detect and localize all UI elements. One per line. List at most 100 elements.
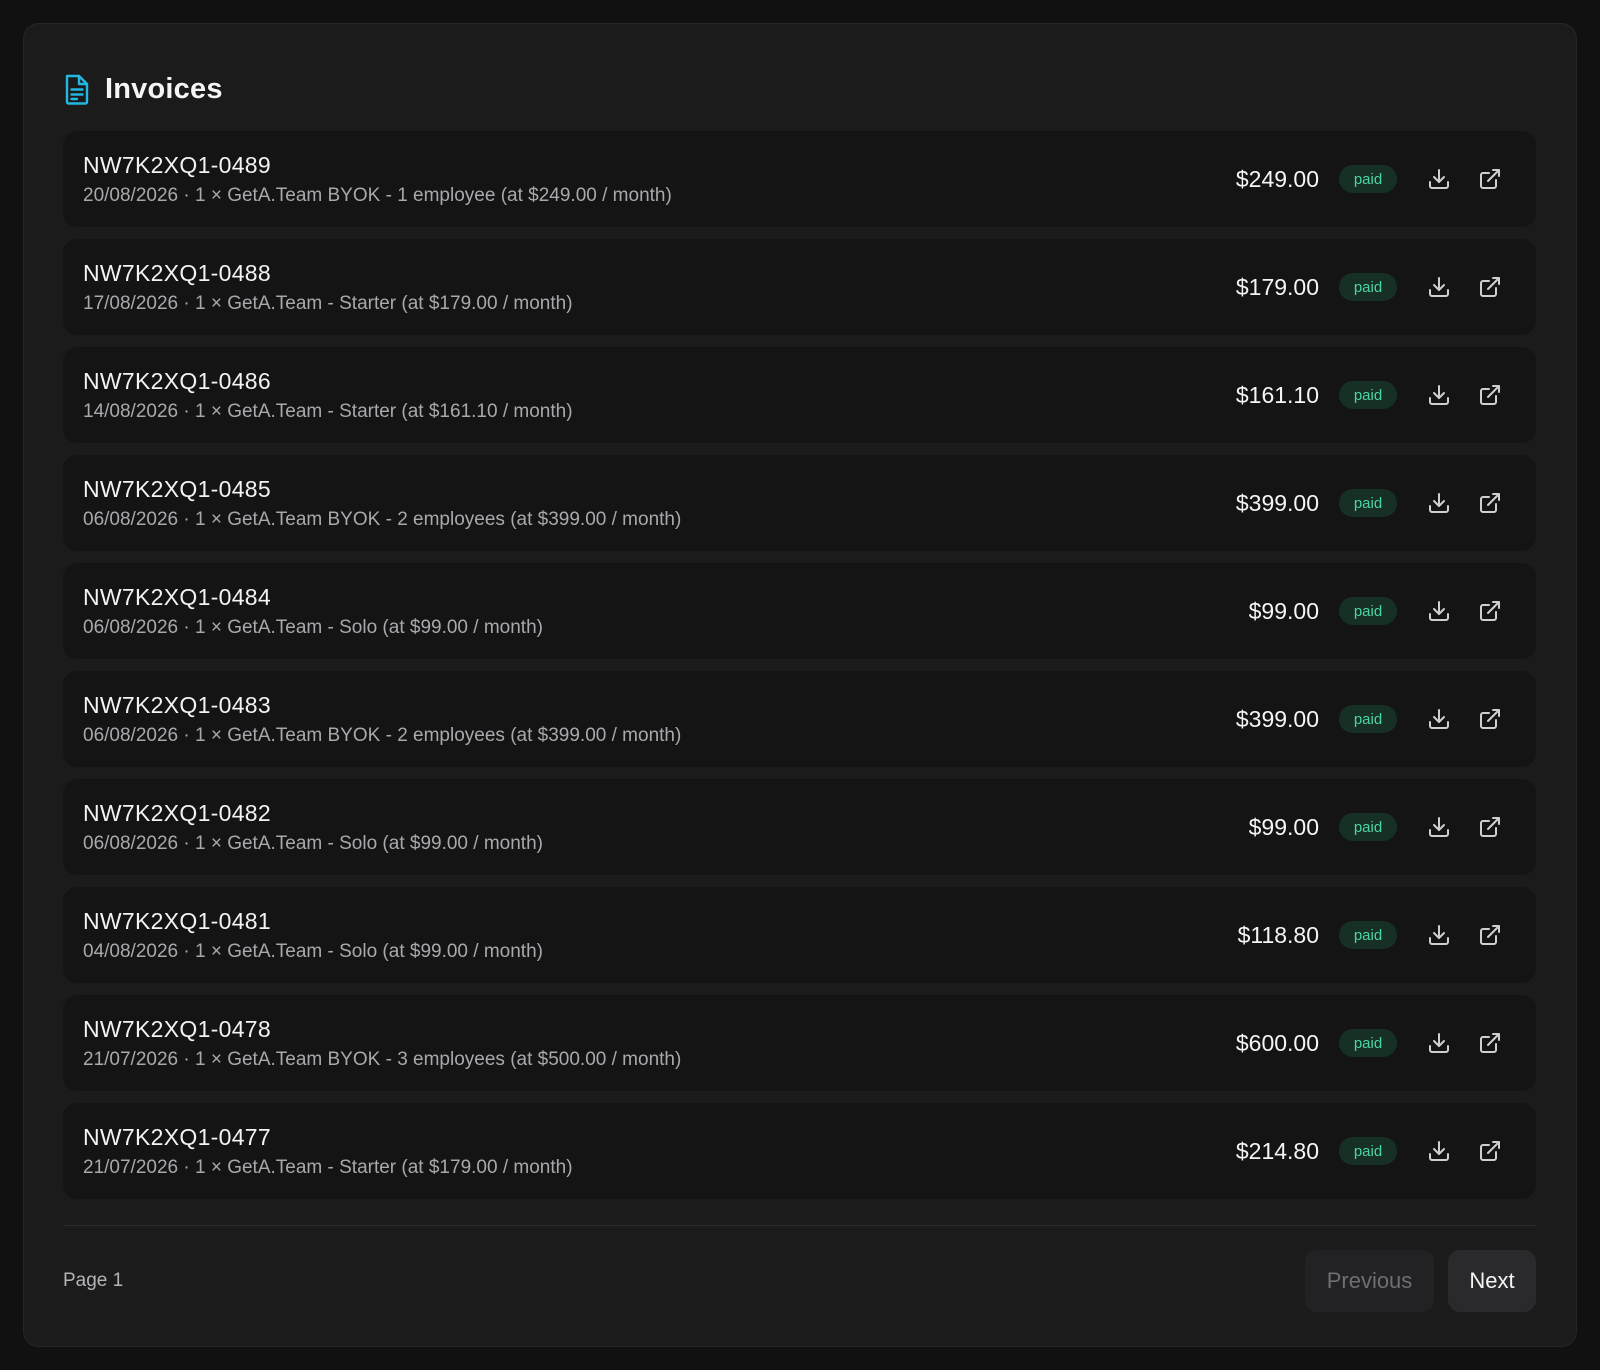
invoice-actions: $399.00 paid bbox=[1179, 487, 1506, 519]
invoice-description: 17/08/2026 · 1 × GetA.Team - Starter (at… bbox=[83, 292, 573, 314]
pagination-bar: Page 1 Previous Next bbox=[63, 1225, 1536, 1345]
invoice-actions: $99.00 paid bbox=[1179, 811, 1506, 843]
invoice-row[interactable]: NW7K2XQ1-0486 14/08/2026 · 1 × GetA.Team… bbox=[63, 347, 1536, 443]
invoice-actions: $118.80 paid bbox=[1179, 919, 1506, 951]
invoice-amount: $179.00 bbox=[1235, 273, 1319, 300]
invoice-actions: $161.10 paid bbox=[1179, 379, 1506, 411]
download-icon[interactable] bbox=[1423, 811, 1455, 843]
invoice-description: 06/08/2026 · 1 × GetA.Team - Solo (at $9… bbox=[83, 616, 543, 638]
invoice-row[interactable]: NW7K2XQ1-0478 21/07/2026 · 1 × GetA.Team… bbox=[63, 995, 1536, 1091]
download-icon[interactable] bbox=[1423, 703, 1455, 735]
invoices-card: Invoices NW7K2XQ1-0489 20/08/2026 · 1 × … bbox=[23, 23, 1577, 1347]
invoice-info: NW7K2XQ1-0481 04/08/2026 · 1 × GetA.Team… bbox=[83, 908, 543, 963]
invoice-description: 21/07/2026 · 1 × GetA.Team - Starter (at… bbox=[83, 1156, 573, 1178]
status-badge: paid bbox=[1339, 597, 1397, 625]
invoice-info: NW7K2XQ1-0489 20/08/2026 · 1 × GetA.Team… bbox=[83, 152, 672, 207]
invoice-amount: $399.00 bbox=[1235, 705, 1319, 732]
next-button[interactable]: Next bbox=[1448, 1249, 1536, 1312]
external-link-icon[interactable] bbox=[1474, 703, 1506, 735]
invoice-row[interactable]: NW7K2XQ1-0481 04/08/2026 · 1 × GetA.Team… bbox=[63, 887, 1536, 983]
status-badge: paid bbox=[1339, 1137, 1397, 1165]
invoice-number: NW7K2XQ1-0485 bbox=[83, 475, 271, 502]
invoice-actions: $600.00 paid bbox=[1179, 1027, 1506, 1059]
status-badge: paid bbox=[1339, 273, 1397, 301]
invoice-number: NW7K2XQ1-0484 bbox=[83, 583, 271, 610]
page-indicator: Page 1 bbox=[63, 1269, 124, 1291]
invoices-header: Invoices bbox=[63, 70, 1536, 108]
invoice-amount: $99.00 bbox=[1248, 597, 1319, 624]
invoice-row[interactable]: NW7K2XQ1-0483 06/08/2026 · 1 × GetA.Team… bbox=[63, 671, 1536, 767]
invoice-description: 06/08/2026 · 1 × GetA.Team BYOK - 2 empl… bbox=[83, 508, 682, 530]
invoice-row[interactable]: NW7K2XQ1-0482 06/08/2026 · 1 × GetA.Team… bbox=[63, 779, 1536, 875]
invoice-amount: $214.80 bbox=[1235, 1137, 1319, 1164]
invoice-amount: $161.10 bbox=[1235, 381, 1319, 408]
invoice-description: 14/08/2026 · 1 × GetA.Team - Starter (at… bbox=[83, 400, 573, 422]
download-icon[interactable] bbox=[1423, 1027, 1455, 1059]
invoice-info: NW7K2XQ1-0478 21/07/2026 · 1 × GetA.Team… bbox=[83, 1016, 681, 1071]
invoice-info: NW7K2XQ1-0485 06/08/2026 · 1 × GetA.Team… bbox=[83, 476, 681, 531]
invoice-row[interactable]: NW7K2XQ1-0488 17/08/2026 · 1 × GetA.Team… bbox=[63, 239, 1536, 335]
external-link-icon[interactable] bbox=[1474, 595, 1506, 627]
invoice-row[interactable]: NW7K2XQ1-0489 20/08/2026 · 1 × GetA.Team… bbox=[63, 131, 1536, 227]
invoice-description: 04/08/2026 · 1 × GetA.Team - Solo (at $9… bbox=[83, 940, 543, 962]
external-link-icon[interactable] bbox=[1474, 811, 1506, 843]
invoice-amount: $600.00 bbox=[1235, 1029, 1319, 1056]
invoice-number: NW7K2XQ1-0489 bbox=[83, 151, 271, 178]
invoice-number: NW7K2XQ1-0477 bbox=[83, 1123, 271, 1150]
invoice-actions: $399.00 paid bbox=[1179, 703, 1506, 735]
status-badge: paid bbox=[1339, 705, 1397, 733]
invoice-info: NW7K2XQ1-0486 14/08/2026 · 1 × GetA.Team… bbox=[83, 368, 573, 423]
invoice-info: NW7K2XQ1-0483 06/08/2026 · 1 × GetA.Team… bbox=[83, 692, 681, 747]
status-badge: paid bbox=[1339, 489, 1397, 517]
download-icon[interactable] bbox=[1423, 919, 1455, 951]
invoice-list: NW7K2XQ1-0489 20/08/2026 · 1 × GetA.Team… bbox=[63, 131, 1536, 1199]
download-icon[interactable] bbox=[1423, 1135, 1455, 1167]
external-link-icon[interactable] bbox=[1474, 919, 1506, 951]
external-link-icon[interactable] bbox=[1474, 379, 1506, 411]
status-badge: paid bbox=[1339, 1029, 1397, 1057]
external-link-icon[interactable] bbox=[1474, 1027, 1506, 1059]
download-icon[interactable] bbox=[1423, 487, 1455, 519]
invoice-number: NW7K2XQ1-0481 bbox=[83, 907, 271, 934]
invoice-info: NW7K2XQ1-0488 17/08/2026 · 1 × GetA.Team… bbox=[83, 260, 573, 315]
invoice-info: NW7K2XQ1-0484 06/08/2026 · 1 × GetA.Team… bbox=[83, 584, 543, 639]
invoice-number: NW7K2XQ1-0483 bbox=[83, 691, 271, 718]
status-badge: paid bbox=[1339, 381, 1397, 409]
invoice-number: NW7K2XQ1-0486 bbox=[83, 367, 271, 394]
invoice-actions: $99.00 paid bbox=[1179, 595, 1506, 627]
invoice-amount: $99.00 bbox=[1248, 813, 1319, 840]
invoice-actions: $214.80 paid bbox=[1179, 1135, 1506, 1167]
invoice-description: 20/08/2026 · 1 × GetA.Team BYOK - 1 empl… bbox=[83, 184, 672, 206]
invoice-number: NW7K2XQ1-0482 bbox=[83, 799, 271, 826]
invoice-description: 06/08/2026 · 1 × GetA.Team BYOK - 2 empl… bbox=[83, 724, 682, 746]
status-badge: paid bbox=[1339, 921, 1397, 949]
invoice-number: NW7K2XQ1-0488 bbox=[83, 259, 271, 286]
invoice-row[interactable]: NW7K2XQ1-0485 06/08/2026 · 1 × GetA.Team… bbox=[63, 455, 1536, 551]
external-link-icon[interactable] bbox=[1474, 163, 1506, 195]
invoice-actions: $179.00 paid bbox=[1179, 271, 1506, 303]
external-link-icon[interactable] bbox=[1474, 1135, 1506, 1167]
invoice-row[interactable]: NW7K2XQ1-0484 06/08/2026 · 1 × GetA.Team… bbox=[63, 563, 1536, 659]
document-icon bbox=[63, 73, 91, 105]
invoice-info: NW7K2XQ1-0482 06/08/2026 · 1 × GetA.Team… bbox=[83, 800, 543, 855]
download-icon[interactable] bbox=[1423, 271, 1455, 303]
previous-button[interactable]: Previous bbox=[1305, 1249, 1434, 1312]
pager-buttons: Previous Next bbox=[1305, 1249, 1536, 1312]
invoice-description: 06/08/2026 · 1 × GetA.Team - Solo (at $9… bbox=[83, 832, 543, 854]
external-link-icon[interactable] bbox=[1474, 271, 1506, 303]
invoice-description: 21/07/2026 · 1 × GetA.Team BYOK - 3 empl… bbox=[83, 1048, 682, 1070]
page-title: Invoices bbox=[105, 72, 223, 105]
invoice-amount: $399.00 bbox=[1235, 489, 1319, 516]
status-badge: paid bbox=[1339, 813, 1397, 841]
invoice-number: NW7K2XQ1-0478 bbox=[83, 1015, 271, 1042]
invoice-info: NW7K2XQ1-0477 21/07/2026 · 1 × GetA.Team… bbox=[83, 1124, 573, 1179]
download-icon[interactable] bbox=[1423, 595, 1455, 627]
invoice-amount: $249.00 bbox=[1235, 165, 1319, 192]
status-badge: paid bbox=[1339, 165, 1397, 193]
invoice-row[interactable]: NW7K2XQ1-0477 21/07/2026 · 1 × GetA.Team… bbox=[63, 1103, 1536, 1199]
external-link-icon[interactable] bbox=[1474, 487, 1506, 519]
download-icon[interactable] bbox=[1423, 163, 1455, 195]
invoice-amount: $118.80 bbox=[1237, 921, 1319, 948]
invoice-actions: $249.00 paid bbox=[1179, 163, 1506, 195]
download-icon[interactable] bbox=[1423, 379, 1455, 411]
